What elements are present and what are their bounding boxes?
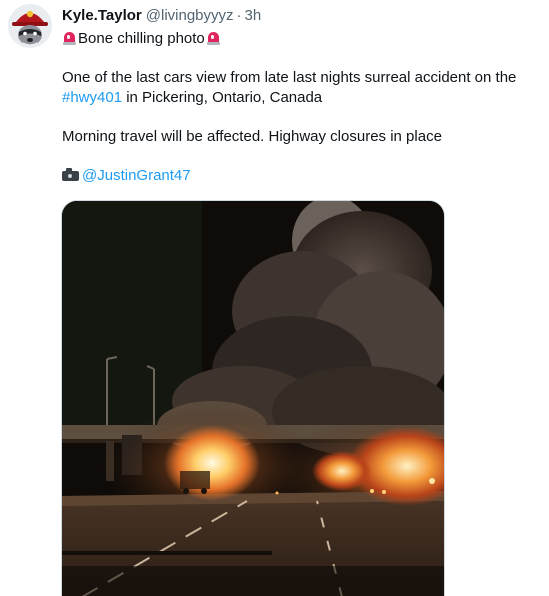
police-car-light-icon (206, 30, 221, 45)
mention-link[interactable]: @JustinGrant47 (82, 167, 191, 184)
line-3: #hwy401 in Pickering, Ontario, Canada (62, 88, 542, 108)
tweet-card[interactable]: Kyle.Taylor @livingbyyyz · 3h Bone chilling… (0, 0, 549, 596)
line-5: @JustinGrant47 (62, 166, 542, 186)
line-1: Bone chilling photo (62, 29, 542, 49)
line-1-text: Bone chilling photo (78, 30, 205, 47)
police-car-light-icon (62, 30, 77, 45)
tweet-header: Kyle.Taylor @livingbyyyz · 3h (62, 7, 261, 25)
line-3-text: in Pickering, Ontario, Canada (122, 88, 323, 106)
user-handle[interactable]: @livingbyyyz (146, 7, 234, 24)
highway-fire-image (62, 201, 444, 596)
line-2: One of the last cars view from late last… (62, 69, 517, 86)
tweet-text: Bone chilling photo One of the last cars… (62, 29, 542, 185)
separator: · (236, 7, 242, 24)
raccoon-avatar-icon (8, 4, 52, 48)
hashtag-link[interactable]: #hwy401 (62, 89, 122, 106)
timestamp[interactable]: 3h (245, 7, 262, 24)
camera-icon (62, 167, 79, 181)
display-name[interactable]: Kyle.Taylor (62, 7, 142, 24)
line-4: Morning travel will be affected. Highway… (62, 127, 442, 145)
tweet-photo[interactable] (61, 200, 445, 596)
avatar[interactable] (8, 4, 52, 48)
